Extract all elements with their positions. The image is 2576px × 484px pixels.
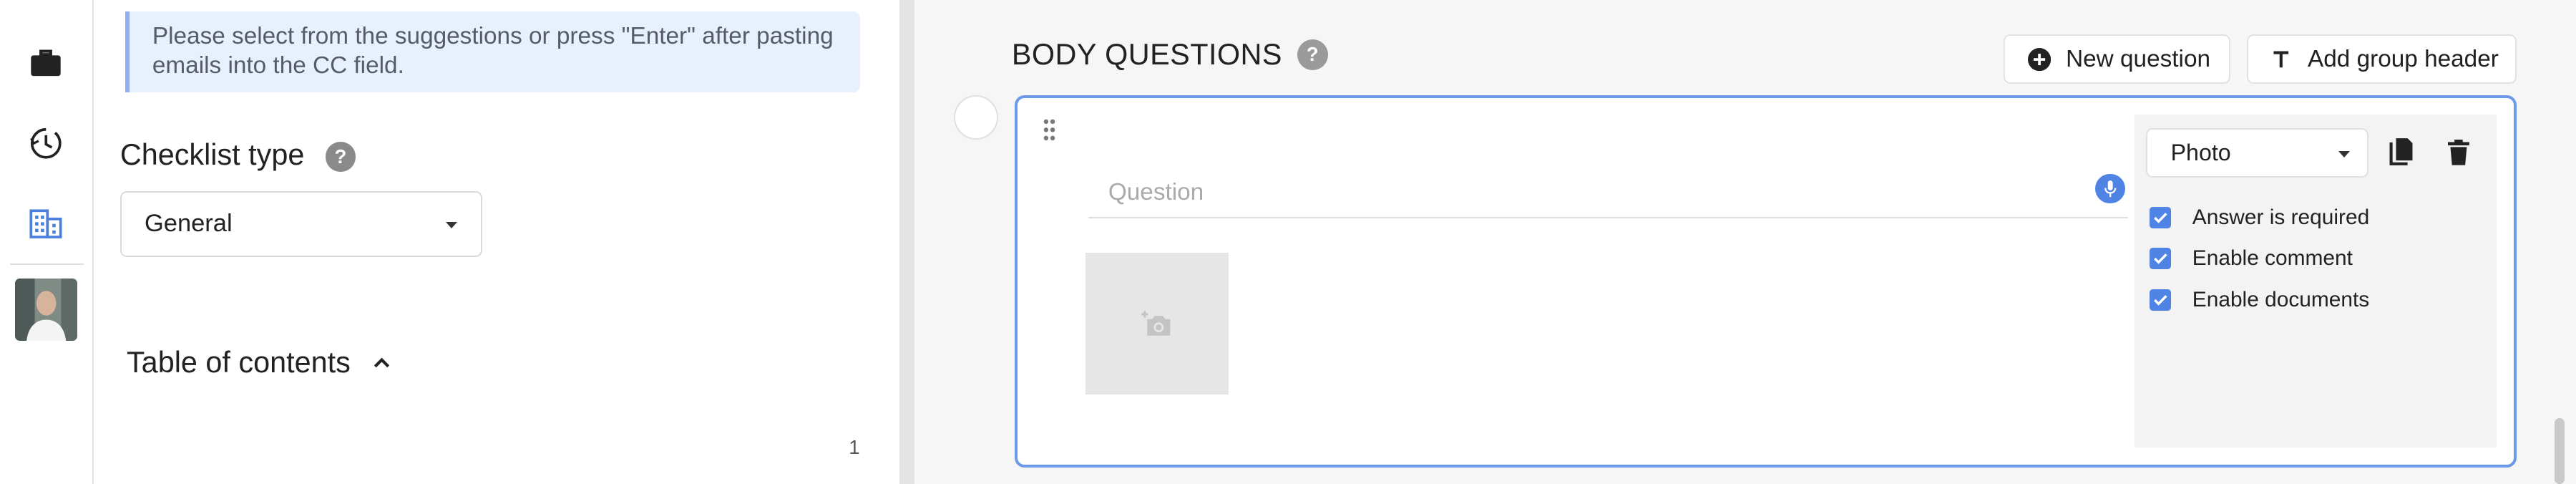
drag-handle-icon[interactable]: [1041, 117, 1058, 143]
answer-required-option[interactable]: Answer is required: [2150, 205, 2369, 230]
page-number: 1: [849, 436, 860, 459]
vertical-scrollbar[interactable]: [2555, 417, 2565, 484]
info-callout-text: Please select from the suggestions or pr…: [152, 22, 834, 79]
enable-documents-label: Enable documents: [2192, 287, 2370, 311]
add-circle-icon: [2028, 47, 2051, 71]
photo-upload-area[interactable]: [1085, 253, 1229, 395]
section-title: BODY QUESTIONS ?: [1011, 37, 1329, 72]
settings-panel: Please select from the suggestions or pr…: [94, 0, 900, 484]
chevron-up-icon: [374, 357, 390, 368]
new-question-label: New question: [2066, 45, 2211, 72]
answer-required-checkbox[interactable]: [2150, 206, 2171, 228]
table-of-contents-toggle[interactable]: Table of contents: [127, 346, 390, 379]
copy-icon[interactable]: [2383, 135, 2419, 171]
enable-comment-label: Enable comment: [2192, 246, 2353, 271]
building-icon[interactable]: [26, 204, 66, 243]
enable-comment-option[interactable]: Enable comment: [2150, 246, 2353, 271]
table-of-contents-label: Table of contents: [127, 345, 351, 379]
add-group-header-label: Add group header: [2308, 45, 2499, 72]
text-icon: [2273, 51, 2289, 68]
new-question-button[interactable]: New question: [2004, 34, 2231, 84]
checklist-type-value: General: [144, 210, 233, 238]
left-nav: [0, 0, 94, 484]
question-placeholder: Question: [1108, 178, 1204, 205]
dropdown-arrow-icon: [445, 222, 457, 228]
question-input[interactable]: Question: [1088, 169, 2129, 219]
enable-documents-checkbox[interactable]: [2150, 289, 2171, 311]
nav-divider: [9, 263, 84, 266]
panel-divider[interactable]: [899, 0, 915, 484]
answer-required-label: Answer is required: [2192, 205, 2370, 229]
briefcase-icon[interactable]: [26, 43, 66, 82]
avatar[interactable]: [14, 278, 78, 341]
questions-editor: BODY QUESTIONS ? New question Add group …: [914, 0, 2576, 484]
enable-documents-option[interactable]: Enable documents: [2150, 288, 2369, 312]
add-group-header-button[interactable]: Add group header: [2247, 34, 2517, 84]
answer-type-value: Photo: [2170, 139, 2231, 165]
info-callout: Please select from the suggestions or pr…: [125, 11, 861, 92]
answer-type-select[interactable]: Photo: [2146, 127, 2368, 178]
question-card: Question Photo Answer is required Enable…: [1015, 95, 2517, 468]
question-options-panel: Photo Answer is required Enable comment: [2135, 115, 2497, 447]
microphone-icon[interactable]: [2095, 174, 2125, 204]
add-photo-icon: [1141, 310, 1171, 336]
dropdown-arrow-icon: [2338, 150, 2351, 158]
delete-icon[interactable]: [2441, 135, 2477, 171]
section-title-text: BODY QUESTIONS: [1011, 37, 1282, 71]
help-icon[interactable]: ?: [326, 142, 356, 172]
checklist-type-select[interactable]: General: [119, 190, 482, 257]
checklist-type-heading: Checklist type ?: [120, 138, 356, 172]
checklist-type-label: Checklist type: [119, 138, 305, 172]
question-select-radio[interactable]: [954, 95, 999, 140]
enable-comment-checkbox[interactable]: [2150, 248, 2171, 270]
help-icon[interactable]: ?: [1297, 39, 1329, 71]
history-icon[interactable]: [26, 123, 66, 163]
